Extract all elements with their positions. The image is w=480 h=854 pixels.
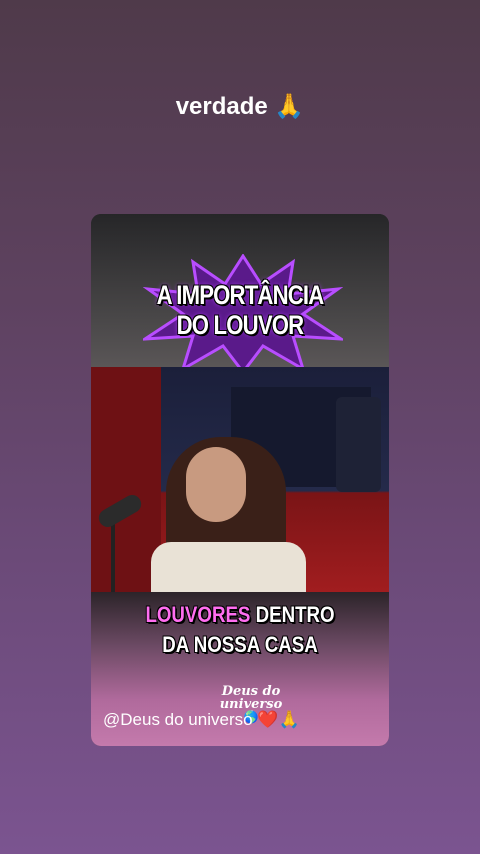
shared-post-card[interactable]: A IMPORTÂNCIA DO LOUVOR LOUVORES DENTRO … [91, 214, 389, 746]
subtitle-rest: DENTRO [250, 602, 335, 627]
story-caption: verdade 🙏 [0, 92, 480, 121]
praying-hands-icon: 🙏 [274, 93, 305, 120]
post-headline: A IMPORTÂNCIA DO LOUVOR [118, 280, 362, 340]
caption-text: verdade [175, 93, 268, 120]
headline-line-2: DO LOUVOR [176, 310, 305, 340]
headline-line-1: A IMPORTÂNCIA [156, 280, 325, 310]
subtitle-line-2: DA NOSSA CASA [162, 632, 318, 657]
subtitle-highlight: LOUVORES [145, 602, 251, 627]
singer-face [186, 447, 246, 522]
video-frame[interactable] [91, 367, 389, 602]
studio-seat [336, 397, 381, 492]
subtitle-line-1: LOUVORES DENTRO [113, 602, 366, 628]
mention-sticker[interactable]: @Deus do universo ❤️🙏 [103, 710, 300, 730]
post-footer: LOUVORES DENTRO DA NOSSA CASA Deus do un… [91, 592, 389, 746]
heart-praying-icon: ❤️🙏 [257, 710, 300, 729]
mention-text: @Deus do universo [103, 710, 253, 729]
post-header-band: A IMPORTÂNCIA DO LOUVOR [91, 214, 389, 374]
mic-stand [111, 517, 115, 597]
